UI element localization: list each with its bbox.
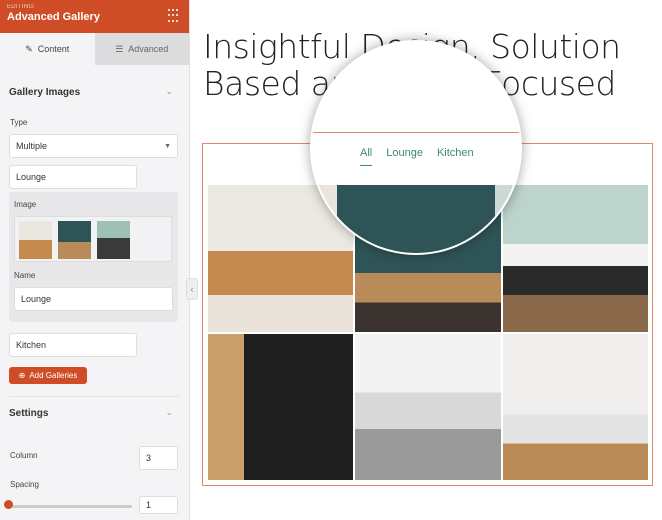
pencil-icon: ✎ (25, 43, 33, 54)
gallery-images-heading[interactable]: Gallery Images (9, 87, 80, 98)
type-value: Multiple (16, 141, 48, 151)
filter-kitchen[interactable]: Kitchen (437, 147, 474, 166)
spacing-input[interactable]: 1 (139, 496, 178, 514)
gallery-name-input[interactable]: Lounge (9, 165, 137, 189)
add-galleries-button[interactable]: ⊕ Add Galleries (9, 367, 87, 384)
spacing-slider-handle[interactable] (4, 500, 13, 509)
type-label: Type (10, 118, 28, 127)
name-input[interactable]: Lounge (14, 287, 173, 311)
magnifier-overlay: All Lounge Kitchen (310, 40, 522, 255)
gallery-image[interactable] (355, 333, 501, 480)
gallery-image[interactable] (502, 185, 648, 332)
divider (9, 396, 179, 397)
thumbnail-image[interactable] (19, 221, 52, 259)
name-label: Name (14, 271, 36, 280)
add-galleries-label: Add Galleries (29, 371, 78, 380)
gallery-filter-tabs: All Lounge Kitchen (360, 147, 474, 166)
editor-header: EDITING: Advanced Gallery (0, 0, 189, 33)
gallery-image[interactable] (208, 333, 354, 480)
block-title: Advanced Gallery (7, 11, 100, 23)
sliders-icon: ☰ (115, 43, 124, 54)
tab-content-label: Content (37, 44, 70, 54)
collapse-sidebar-button[interactable]: ‹ (186, 278, 198, 300)
spacing-label: Spacing (10, 480, 39, 489)
gallery-border-magnified (312, 132, 520, 133)
settings-heading[interactable]: Settings (9, 408, 48, 419)
thumbnail-image[interactable] (97, 221, 130, 259)
magnified-image (312, 185, 520, 253)
chevron-down-icon[interactable]: ⌄ (165, 407, 173, 418)
dropdown-arrow-icon: ▼ (164, 142, 171, 150)
spacing-slider[interactable] (9, 505, 132, 508)
editor-sidebar: EDITING: Advanced Gallery ✎ Content ☰ Adva… (0, 0, 190, 520)
type-select[interactable]: Multiple ▼ (9, 134, 178, 158)
tab-content[interactable]: ✎ Content (0, 33, 95, 65)
gallery-name-input[interactable]: Kitchen (9, 333, 137, 357)
filter-lounge[interactable]: Lounge (386, 147, 423, 166)
column-label: Column (10, 451, 38, 460)
image-thumbnails[interactable] (14, 216, 172, 262)
chevron-down-icon[interactable]: ⌄ (165, 86, 173, 97)
tab-advanced[interactable]: ☰ Advanced (94, 33, 189, 65)
drag-grid-icon[interactable] (168, 9, 180, 23)
filter-all[interactable]: All (360, 147, 373, 166)
gallery-image[interactable] (502, 333, 648, 480)
column-input[interactable]: 3 (139, 446, 178, 470)
thumbnail-image[interactable] (58, 221, 91, 259)
editing-label: EDITING: (7, 4, 36, 10)
tab-advanced-label: Advanced (128, 44, 169, 54)
image-label: Image (14, 200, 37, 209)
plus-circle-icon: ⊕ (18, 371, 26, 380)
